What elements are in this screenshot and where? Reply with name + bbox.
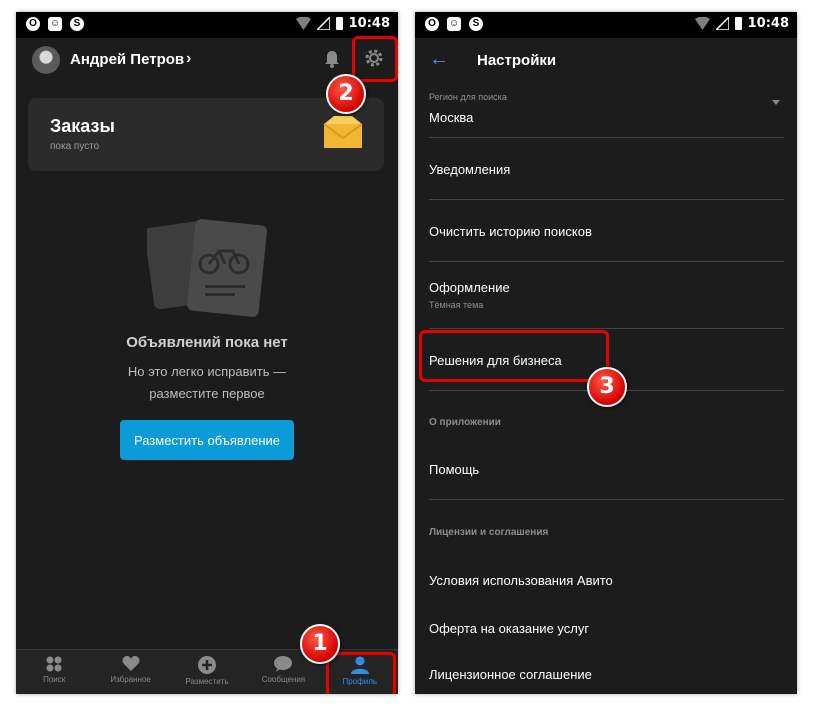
appearance-value: Тёмная тема: [429, 300, 484, 310]
chevron-right-icon[interactable]: ›: [186, 50, 191, 68]
wifi-icon: [295, 17, 311, 30]
step-badge-3: 3: [587, 367, 627, 407]
step-badge-2: 2: [326, 74, 366, 114]
step-badge-1: 1: [300, 624, 340, 664]
page-title: Настройки: [477, 52, 557, 69]
signal-icon: [715, 17, 729, 30]
region-value: Москва: [429, 110, 474, 125]
status-bar: O ☺ S 10:48: [415, 12, 797, 38]
wifi-icon: [694, 17, 710, 30]
battery-icon: [734, 17, 742, 30]
clear-history-label: Очистить историю поисков: [429, 224, 592, 239]
settings-item-appearance[interactable]: Оформление Тёмная тема: [429, 262, 784, 329]
empty-state-text: Но это легко исправить — разместите перв…: [16, 361, 398, 405]
settings-screen: O ☺ S 10:48 ← Настройки Регион для поиск…: [415, 12, 797, 694]
profile-tab-highlight: [326, 652, 396, 694]
nav-item-favorites[interactable]: Избранное: [92, 650, 168, 694]
business-highlight: [419, 330, 609, 382]
parcel-box-icon: [323, 116, 363, 148]
empty-state-title: Объявлений пока нет: [126, 334, 288, 351]
status-time: 10:48: [348, 16, 390, 31]
search-dots-icon: [46, 656, 62, 672]
nav-label-favorites: Избранное: [110, 675, 151, 684]
region-label: Регион для поиска: [429, 92, 507, 102]
profile-screen: O ☺ S 10:48 Андрей Петров › Заказы пока …: [16, 12, 398, 694]
avatar[interactable]: [32, 46, 60, 74]
plus-circle-icon: [198, 656, 217, 674]
section-licenses: Лицензии и соглашения: [429, 527, 549, 538]
status-time: 10:48: [747, 16, 789, 31]
settings-item-license[interactable]: Лицензионное соглашение: [429, 646, 784, 692]
section-about: О приложении: [429, 417, 501, 428]
nav-label-search: Поиск: [43, 675, 66, 684]
robot-icon: ☺: [447, 17, 461, 31]
appearance-label: Оформление: [429, 280, 510, 295]
orders-subtitle: пока пусто: [50, 141, 100, 152]
chevron-down-icon: [772, 100, 780, 105]
signal-icon: [316, 17, 330, 30]
post-ad-button[interactable]: Разместить объявление: [120, 420, 294, 460]
empty-ads-illustration: [147, 219, 267, 317]
shazam-icon: S: [70, 17, 84, 31]
opera-icon: O: [26, 17, 40, 31]
help-label: Помощь: [429, 462, 480, 477]
notifications-label: Уведомления: [429, 162, 511, 177]
gear-highlight: [352, 36, 398, 82]
settings-item-notifications[interactable]: Уведомления: [429, 138, 784, 200]
profile-name[interactable]: Андрей Петров: [70, 51, 184, 68]
settings-item-clear-history[interactable]: Очистить историю поисков: [429, 200, 784, 262]
settings-item-terms[interactable]: Условия использования Авито: [429, 552, 784, 600]
robot-icon: ☺: [48, 17, 62, 31]
settings-item-help[interactable]: Помощь: [429, 438, 784, 500]
license-label: Лицензионное соглашение: [429, 667, 592, 682]
settings-header: ← Настройки: [415, 38, 797, 82]
back-arrow-icon[interactable]: ←: [429, 48, 449, 71]
opera-icon: O: [425, 17, 439, 31]
offer-label: Оферта на оказание услуг: [429, 621, 590, 636]
orders-card[interactable]: Заказы пока пусто: [28, 98, 384, 171]
region-select[interactable]: Регион для поиска Москва: [429, 88, 784, 138]
nav-item-post[interactable]: Разместить: [169, 650, 245, 694]
nav-label-messages: Сообщения: [261, 675, 306, 684]
battery-icon: [335, 17, 343, 30]
nav-label-post: Разместить: [185, 677, 229, 686]
orders-title: Заказы: [50, 116, 115, 136]
chat-bubble-icon: [274, 656, 293, 672]
empty-state-line-1: Но это легко исправить —: [127, 364, 287, 379]
heart-icon: [122, 656, 140, 671]
bell-icon[interactable]: [324, 50, 340, 68]
terms-label: Условия использования Авито: [429, 573, 613, 588]
empty-state-line-2: разместите первое: [149, 386, 265, 401]
status-bar: O ☺ S 10:48: [16, 12, 398, 38]
settings-item-offer[interactable]: Оферта на оказание услуг: [429, 600, 784, 646]
shazam-icon: S: [469, 17, 483, 31]
nav-item-search[interactable]: Поиск: [16, 650, 92, 694]
